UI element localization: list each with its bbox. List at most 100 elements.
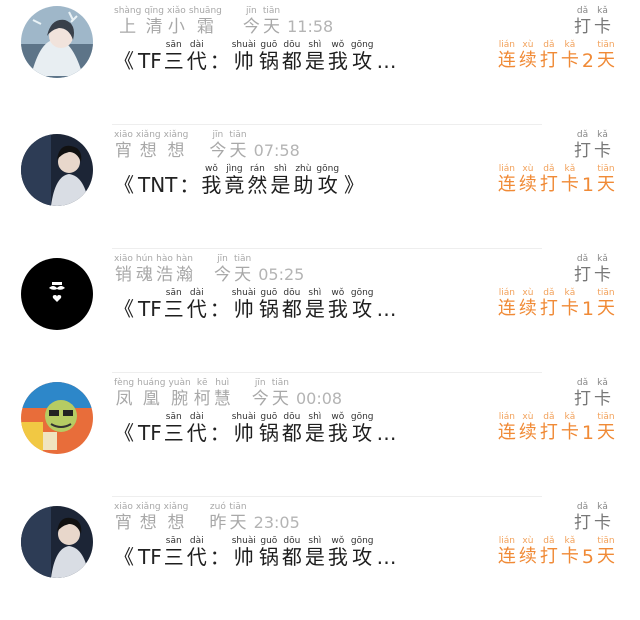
hanzi: 是 [304, 49, 325, 73]
hanzi: 锅 [258, 421, 279, 445]
checkin-row[interactable]: fèng 凤 huáng 凰 yuàn 腕 kē 柯 huì 慧 jīn 今 tiān 天 00:08 dǎ 打… [0, 372, 640, 496]
hanzi: 竟 [224, 173, 245, 197]
pinyin: tiān [229, 502, 247, 512]
avatar[interactable] [21, 134, 93, 206]
username[interactable]: xiāo 宵 xiǎng 想 xiǎng 想 [114, 502, 191, 534]
ruby-char: dài 代 [187, 40, 207, 72]
ruby-char: dōu 都 [282, 412, 302, 444]
hanzi: 打 [574, 141, 591, 161]
ruby-char: sān 三 [164, 536, 184, 568]
pinyin: xù [522, 40, 534, 50]
hanzi: 浩 [155, 265, 173, 285]
pinyin: tiān [597, 288, 615, 298]
ruby-char: xù 续 [519, 40, 537, 72]
hanzi: 续 [518, 546, 537, 567]
message-prefix: TF [138, 421, 162, 445]
pinyin: kǎ [597, 130, 608, 140]
username[interactable]: xiāo 销 hún 魂 hào 浩 hàn 瀚 [114, 254, 196, 286]
pinyin: xù [522, 536, 534, 546]
pinyin: kǎ [564, 412, 576, 422]
checkin-row[interactable]: shàng 上 qīng 清 xiǎo 小 shuāng 霜 jīn 今 tiān 天 11:58 dǎ 打… [0, 0, 640, 124]
ruby-char: wǒ 我 [328, 288, 348, 320]
day-label: jīn 今 tiān 天 [214, 254, 254, 286]
timestamp: 23:05 [253, 513, 300, 532]
hanzi: 魂 [135, 265, 153, 285]
checkin-button[interactable]: dǎ 打 kǎ 卡 [574, 130, 614, 162]
checkin-row[interactable]: xiāo 销 hún 魂 hào 浩 hàn 瀚 jīn 今 tiān 天 05:25 dǎ 打 kǎ 卡《 TF… [0, 248, 640, 372]
hanzi: 代 [186, 545, 207, 569]
streak-count: 5 [581, 546, 594, 568]
open-quote: 《 [114, 545, 134, 569]
ruby-char: dǎ 打 [574, 502, 591, 534]
checkin-button[interactable]: dǎ 打 kǎ 卡 [574, 6, 614, 38]
hanzi: 锅 [258, 545, 279, 569]
pinyin: xù [522, 288, 534, 298]
ruby-char: tiān 天 [597, 40, 615, 72]
avatar[interactable] [21, 258, 93, 330]
message-prefix: TF [138, 49, 162, 73]
hanzi: 想 [139, 513, 157, 533]
streak-count: 1 [581, 422, 594, 444]
username[interactable]: xiāo 宵 xiǎng 想 xiǎng 想 [114, 130, 191, 162]
hanzi: 连 [497, 422, 516, 443]
checkin-button[interactable]: dǎ 打 kǎ 卡 [574, 254, 614, 286]
hanzi: 都 [281, 297, 302, 321]
pinyin: shuāng [188, 6, 222, 16]
avatar[interactable] [21, 6, 93, 78]
message-prefix: TNT [138, 173, 178, 197]
hanzi: 代 [186, 297, 207, 321]
ruby-char: xù 续 [519, 164, 537, 196]
checkin-row[interactable]: xiāo 宵 xiǎng 想 xiǎng 想 zuó 昨 tiān 天 23:05 dǎ 打 kǎ 卡《 TF… [0, 496, 640, 620]
hanzi: 天 [597, 50, 615, 71]
ruby-char: gōng 攻 [351, 288, 374, 320]
day-label: jīn 今 tiān 天 [251, 378, 292, 410]
pinyin: dǎ [576, 378, 589, 388]
hanzi: 今 [209, 141, 227, 161]
ruby-char: dài 代 [187, 288, 207, 320]
ruby-char: jīn 今 [214, 254, 231, 286]
pinyin: kǎ [597, 6, 608, 16]
username[interactable]: fèng 凤 huáng 凰 yuàn 腕 kē 柯 huì 慧 [114, 378, 234, 410]
hanzi: 三 [163, 545, 184, 569]
hanzi: 续 [518, 50, 537, 71]
hanzi: 帅 [233, 421, 254, 445]
hanzi: 卡 [594, 141, 611, 161]
streak-count: 1 [581, 174, 594, 196]
ruby-char: yuàn 腕 [168, 378, 190, 410]
username[interactable]: shàng 上 qīng 清 xiǎo 小 shuāng 霜 [114, 6, 225, 38]
checkin-feed: shàng 上 qīng 清 xiǎo 小 shuāng 霜 jīn 今 tiān 天 11:58 dǎ 打… [0, 0, 640, 620]
ruby-char: tiān 天 [597, 164, 615, 196]
ruby-char: dǎ 打 [540, 412, 558, 444]
pinyin: dǎ [543, 40, 555, 50]
hanzi: 卡 [560, 546, 579, 567]
checkin-button[interactable]: dǎ 打 kǎ 卡 [574, 378, 614, 410]
ruby-char: jīn 今 [209, 130, 226, 162]
hanzi: 今 [251, 389, 269, 409]
ruby-char: dōu 都 [282, 288, 302, 320]
hanzi: 是 [304, 297, 325, 321]
checkin-button[interactable]: dǎ 打 kǎ 卡 [574, 502, 614, 534]
black-mustache-avatar [21, 258, 93, 330]
hanzi: 天 [262, 17, 280, 37]
hanzi: 打 [539, 174, 558, 195]
pinyin: xiǎng [135, 502, 161, 512]
pinyin: dǎ [543, 164, 555, 174]
hanzi: 我 [327, 421, 348, 445]
ruby-char: kǎ 卡 [594, 130, 611, 162]
avatar[interactable] [21, 506, 93, 578]
ruby-char: qīng 清 [144, 6, 164, 38]
checkin-row[interactable]: xiāo 宵 xiǎng 想 xiǎng 想 jīn 今 tiān 天 07:58 dǎ 打 kǎ 卡《 TN… [0, 124, 640, 248]
message-colon: ： [209, 421, 230, 445]
avatar[interactable] [21, 382, 93, 454]
timestamp: 11:58 [287, 17, 334, 36]
pinyin: tiān [597, 40, 615, 50]
pinyin: xiǎng [135, 130, 161, 140]
message-line: 《 TF sān 三 dài 代： shuài 帅 guō 锅 dōu 都 shì 是 wǒ 我 gōng 攻… [114, 40, 397, 80]
ruby-char: hào 浩 [156, 254, 173, 286]
hanzi: 卡 [594, 265, 611, 285]
hanzi: 打 [539, 298, 558, 319]
pinyin: dǎ [543, 412, 555, 422]
pinyin: tiān [271, 378, 289, 388]
hanzi: 卡 [560, 422, 579, 443]
ruby-char: gōng 攻 [351, 40, 374, 72]
